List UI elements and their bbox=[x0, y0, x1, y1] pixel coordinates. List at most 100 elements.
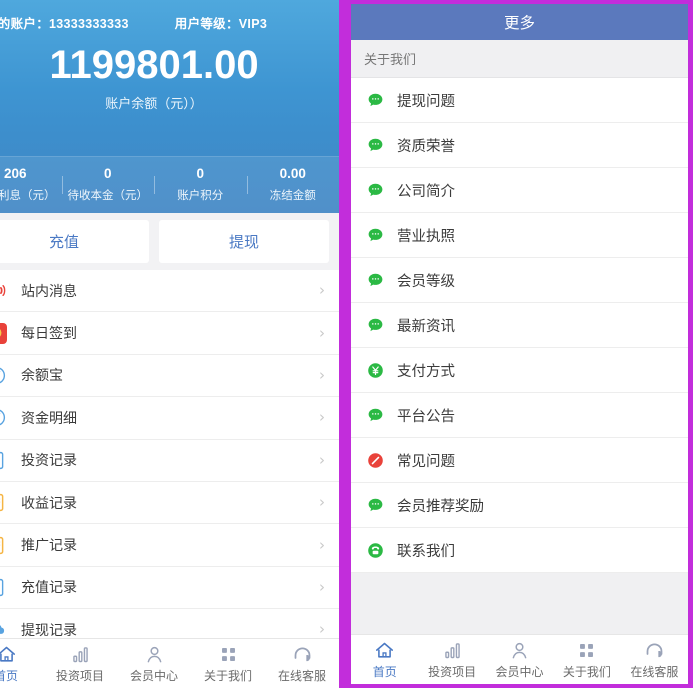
grid-icon bbox=[576, 640, 597, 661]
about-item-6[interactable]: 支付方式 bbox=[351, 348, 688, 393]
account-menu-list: 站内消息 › 每日签到 › 余额宝 › 资金明细 › 投资记录 › 收益记录 › 推广记录 › 充值记录 › 提… bbox=[0, 270, 339, 638]
about-us-list: 提现问题资质荣誉公司简介营业执照 会员等级最新资讯支付方式平台公告 常见问题 会员推荐… bbox=[351, 78, 688, 634]
account-stat: 0 账户积分 bbox=[154, 166, 247, 203]
menu-item-4[interactable]: 投资记录 › bbox=[0, 439, 339, 482]
tab-在线客服[interactable]: 在线客服 bbox=[265, 639, 339, 688]
grid-icon-wrap bbox=[576, 639, 597, 661]
tab-关于我们[interactable]: 关于我们 bbox=[553, 635, 620, 684]
tab-首页[interactable]: 首页 bbox=[351, 635, 418, 684]
phone-icon-wrap bbox=[365, 540, 385, 560]
menu-item-0[interactable]: 站内消息 › bbox=[0, 270, 339, 313]
chevron-right-icon: › bbox=[319, 365, 325, 384]
promotion-record-icon-wrap bbox=[0, 534, 7, 556]
bar-chart-icon bbox=[442, 640, 463, 661]
about-item-3[interactable]: 营业执照 bbox=[351, 213, 688, 258]
headset-icon bbox=[292, 644, 313, 665]
left-tabbar: 首页 投资项目 会员中心 关于我们 在线客服 bbox=[0, 638, 339, 688]
menu-item-6[interactable]: 推广记录 › bbox=[0, 524, 339, 567]
account-stat-value: 206 bbox=[3, 166, 27, 182]
about-item-label: 支付方式 bbox=[397, 363, 455, 380]
account-stat-caption: 待收利息（元） bbox=[0, 189, 56, 202]
grid-icon-wrap bbox=[218, 643, 239, 665]
tab-label: 首页 bbox=[0, 669, 18, 683]
menu-item-label: 提现记录 bbox=[21, 621, 77, 638]
recharge-record-icon bbox=[0, 577, 7, 598]
bar-chart-icon-wrap bbox=[70, 643, 91, 665]
about-item-7[interactable]: 平台公告 bbox=[351, 393, 688, 438]
earnings-record-icon bbox=[0, 492, 7, 513]
account-vip-label: 用户等级：VIP3 bbox=[174, 17, 268, 31]
about-item-label: 资质荣誉 bbox=[397, 138, 455, 155]
chevron-right-icon: › bbox=[319, 281, 325, 300]
menu-item-8[interactable]: 提现记录 › bbox=[0, 609, 339, 638]
tab-label: 首页 bbox=[372, 665, 397, 679]
about-item-10[interactable]: 联系我们 bbox=[351, 528, 688, 573]
tab-label: 关于我们 bbox=[203, 669, 252, 683]
withdraw-record-icon bbox=[0, 619, 7, 638]
about-item-8[interactable]: 常见问题 bbox=[351, 438, 688, 483]
tab-关于我们[interactable]: 关于我们 bbox=[191, 639, 265, 688]
menu-item-1[interactable]: 每日签到 › bbox=[0, 312, 339, 355]
left-phone-panel: 我的账户：13333333333 用户等级：VIP3 1199801.00 账户… bbox=[0, 0, 345, 688]
about-item-9[interactable]: 会员推荐奖励 bbox=[351, 483, 688, 528]
withdraw-button[interactable]: 提现 bbox=[159, 220, 329, 263]
tab-投资项目[interactable]: 投资项目 bbox=[418, 635, 485, 684]
chevron-right-icon: › bbox=[319, 408, 325, 427]
yen-circle-icon bbox=[366, 361, 385, 380]
recharge-button[interactable]: 充值 bbox=[0, 220, 149, 263]
chat-bubble-icon bbox=[366, 496, 385, 515]
about-item-4[interactable]: 会员等级 bbox=[351, 258, 688, 303]
tab-label: 在线客服 bbox=[630, 665, 679, 679]
chat-bubble-icon-wrap bbox=[365, 225, 385, 245]
menu-item-3[interactable]: 资金明细 › bbox=[0, 397, 339, 440]
account-stat: 0 待收本金（元） bbox=[61, 166, 155, 203]
menu-item-7[interactable]: 充值记录 › bbox=[0, 566, 339, 610]
headset-icon-wrap bbox=[644, 639, 665, 661]
headset-icon-wrap bbox=[292, 643, 313, 665]
dual-phone-screenshot: 我的账户：13333333333 用户等级：VIP3 1199801.00 账户… bbox=[0, 0, 693, 688]
account-stat-value: 0 bbox=[196, 166, 204, 182]
chat-bubble-icon bbox=[366, 91, 385, 110]
chevron-right-icon: › bbox=[319, 577, 325, 596]
invest-record-icon-wrap bbox=[0, 449, 7, 471]
about-item-label: 最新资讯 bbox=[397, 318, 455, 335]
account-stat-value: 0 bbox=[103, 166, 112, 182]
tab-会员中心[interactable]: 会员中心 bbox=[486, 635, 553, 684]
tab-会员中心[interactable]: 会员中心 bbox=[117, 639, 191, 688]
chevron-right-icon: › bbox=[319, 535, 325, 554]
chevron-right-icon: › bbox=[319, 493, 325, 512]
tab-首页[interactable]: 首页 bbox=[0, 639, 43, 688]
chevron-right-icon: › bbox=[319, 620, 325, 638]
menu-item-label: 每日签到 bbox=[21, 325, 77, 342]
account-stat-caption: 冻结金额 bbox=[269, 189, 316, 202]
chat-bubble-icon-wrap bbox=[365, 270, 385, 290]
menu-item-label: 充值记录 bbox=[21, 579, 77, 596]
recharge-record-icon-wrap bbox=[0, 576, 7, 598]
phone-icon bbox=[366, 541, 385, 560]
about-item-label: 提现问题 bbox=[397, 93, 455, 110]
about-item-0[interactable]: 提现问题 bbox=[351, 78, 688, 123]
chevron-right-icon: › bbox=[319, 450, 325, 469]
menu-item-5[interactable]: 收益记录 › bbox=[0, 481, 339, 525]
chevron-right-icon: › bbox=[319, 323, 325, 342]
chat-bubble-icon-wrap bbox=[365, 405, 385, 425]
daily-checkin-icon-wrap bbox=[0, 322, 7, 344]
tab-投资项目[interactable]: 投资项目 bbox=[43, 639, 117, 688]
chat-bubble-icon-wrap bbox=[365, 180, 385, 200]
bar-chart-icon-wrap bbox=[442, 639, 463, 661]
forbidden-icon bbox=[366, 451, 385, 470]
about-item-2[interactable]: 公司简介 bbox=[351, 168, 688, 213]
tab-在线客服[interactable]: 在线客服 bbox=[621, 635, 688, 684]
right-tabbar: 首页 投资项目 会员中心 关于我们 在线客服 bbox=[351, 634, 688, 684]
menu-item-2[interactable]: 余额宝 › bbox=[0, 354, 339, 398]
about-item-5[interactable]: 最新资讯 bbox=[351, 303, 688, 348]
tab-label: 在线客服 bbox=[277, 669, 326, 683]
chat-bubble-icon bbox=[366, 181, 385, 200]
about-item-label: 公司简介 bbox=[397, 183, 455, 200]
about-item-1[interactable]: 资质荣誉 bbox=[351, 123, 688, 168]
withdraw-record-icon-wrap bbox=[0, 619, 7, 638]
chat-bubble-icon bbox=[366, 316, 385, 335]
tab-label: 会员中心 bbox=[129, 669, 178, 683]
menu-item-label: 推广记录 bbox=[21, 537, 77, 554]
home-icon-wrap bbox=[374, 639, 395, 661]
